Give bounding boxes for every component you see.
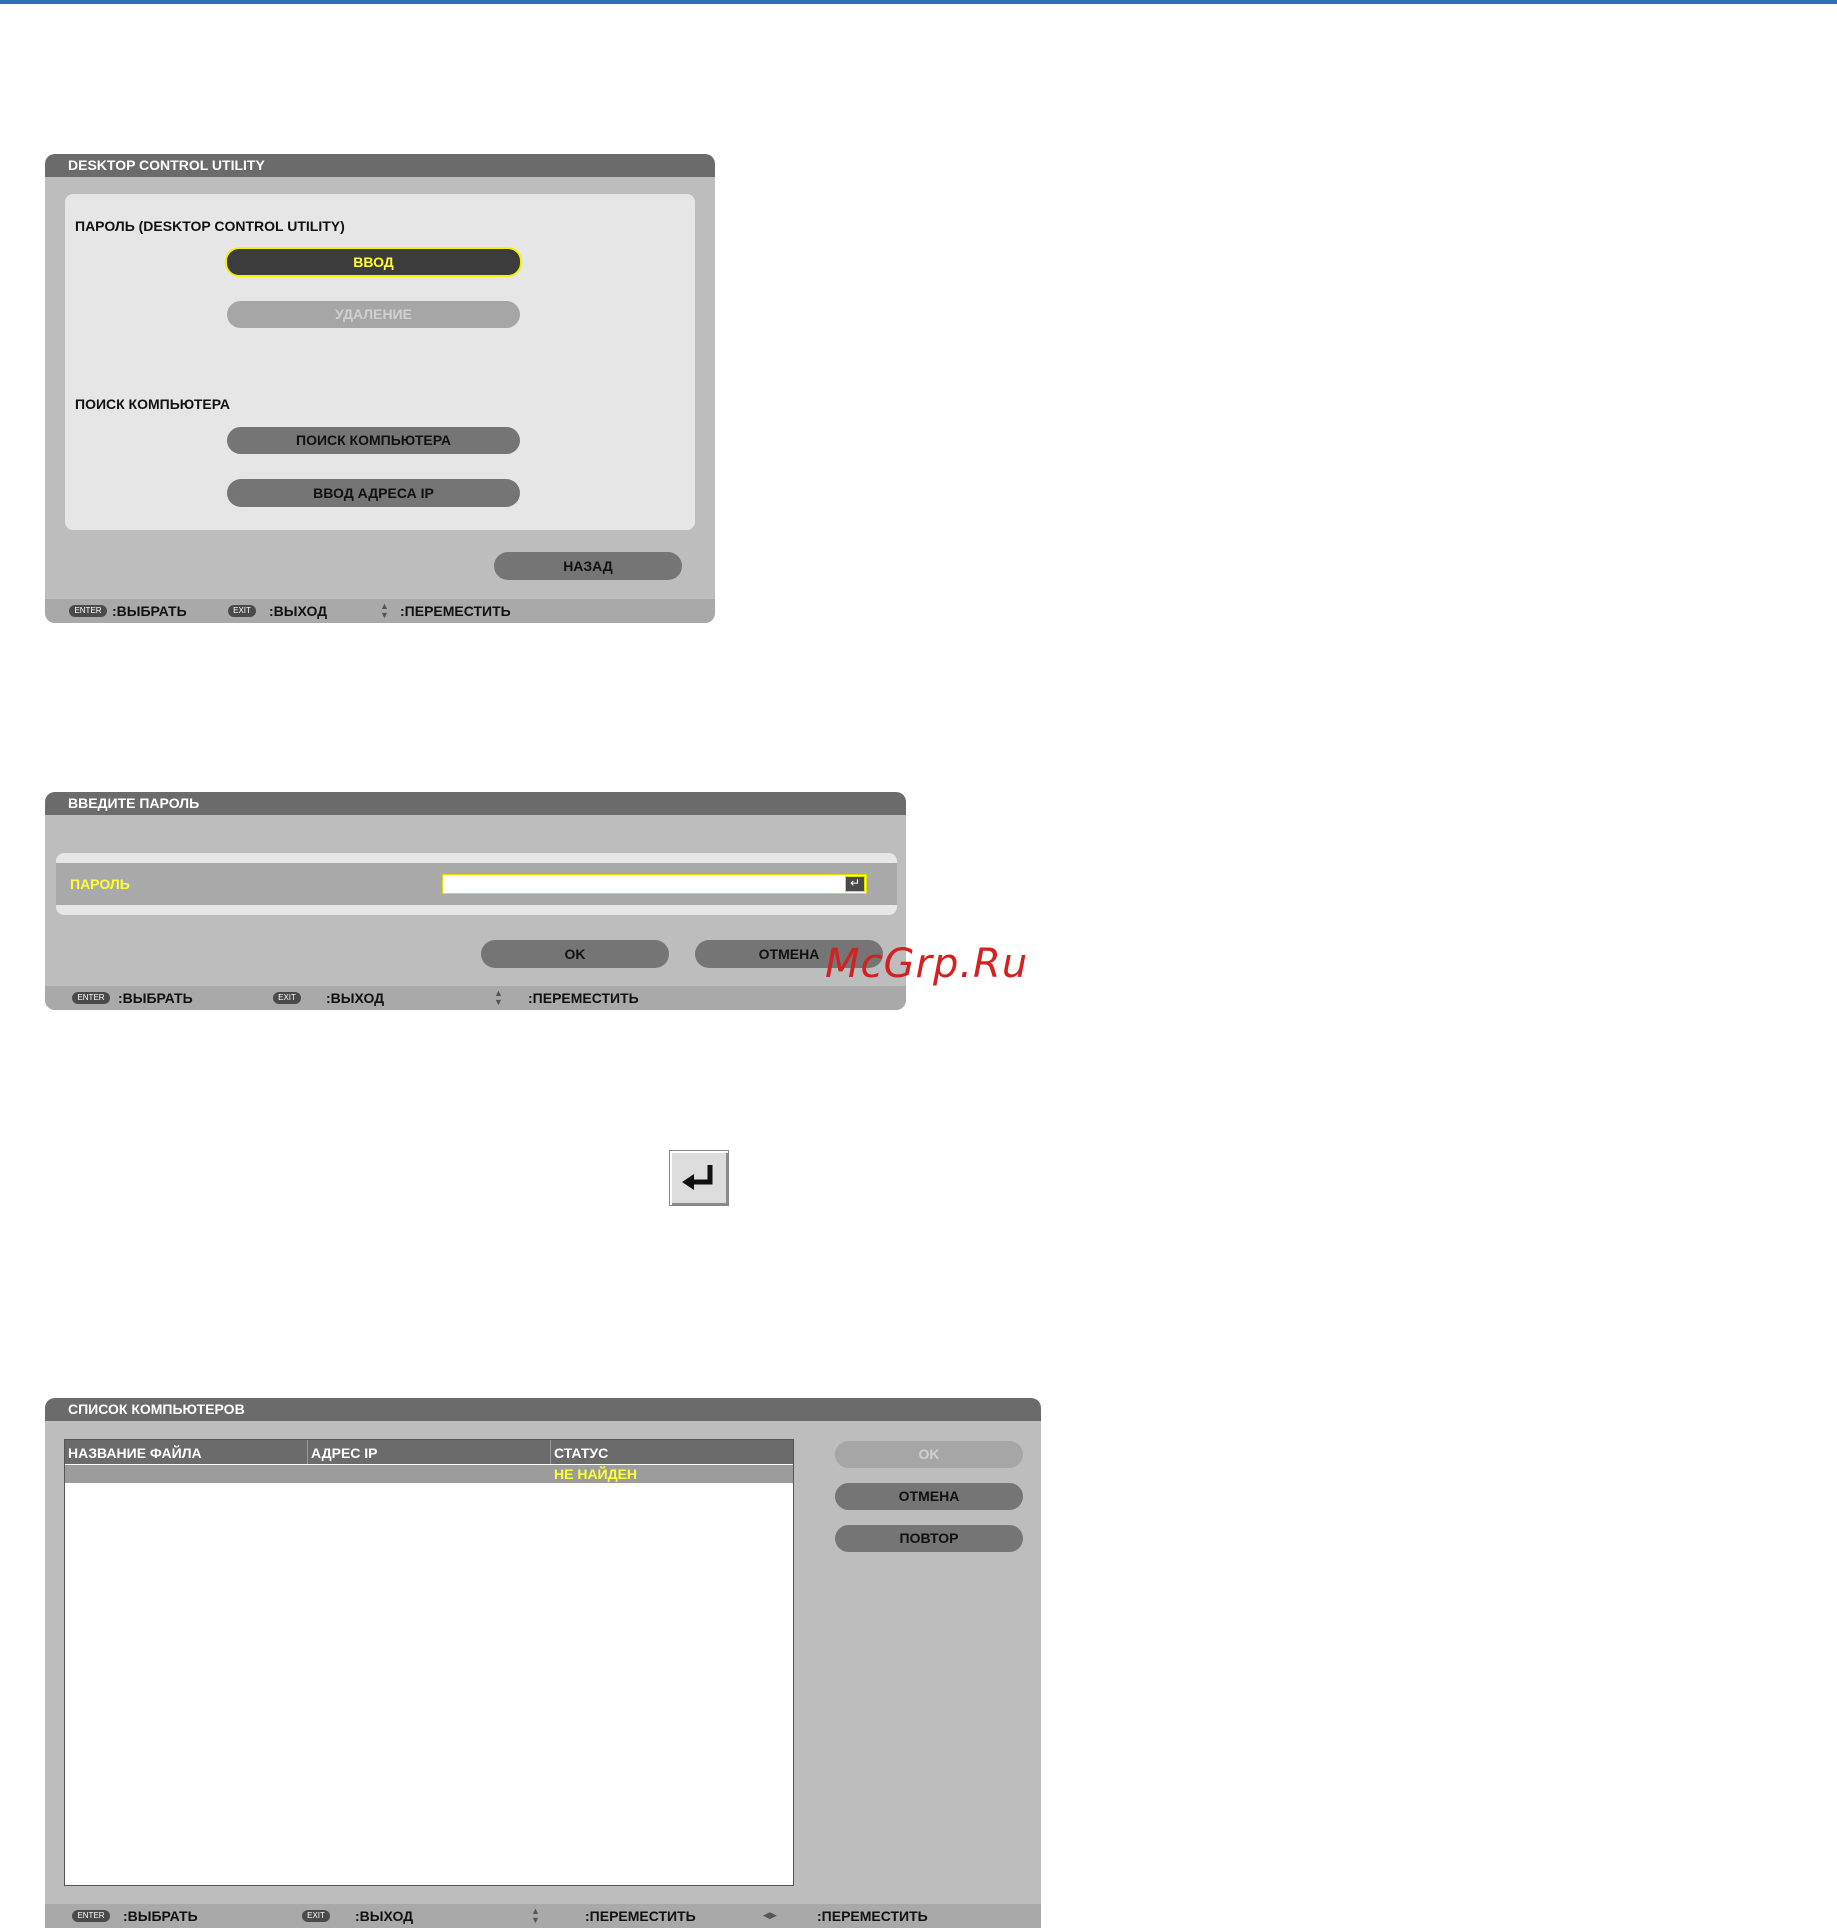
column-status[interactable]: СТАТУС [551, 1440, 793, 1464]
left-right-arrows-icon: ◀▶ [763, 1910, 777, 1920]
return-arrow-icon [682, 1165, 713, 1190]
password-field[interactable]: ↵ [442, 874, 867, 894]
cancel-button[interactable]: ОТМЕНА [835, 1483, 1023, 1510]
enter-help-text: :ВЫБРАТЬ [112, 603, 187, 619]
move-help-text: :ПЕРЕМЕСТИТЬ [528, 990, 639, 1006]
key-help-footer: ENTER :ВЫБРАТЬ EXIT :ВЫХОД ▲ ▼ :ПЕРЕМЕСТИ… [45, 986, 906, 1010]
move-help-text: :ПЕРЕМЕСТИТЬ [400, 603, 511, 619]
search-computer-button[interactable]: ПОИСК КОМПЬЮТЕРА [227, 427, 520, 454]
exit-key-icon: EXIT [302, 1910, 330, 1922]
enter-key-icon: ENTER [72, 1910, 110, 1922]
row-file-name [65, 1465, 311, 1483]
password-label: ПАРОЛЬ [70, 876, 130, 892]
enter-key-icon [669, 1150, 729, 1206]
watermark-text: McGrp.Ru [825, 941, 1029, 987]
computer-list-dialog: СПИСОК КОМПЬЮТЕРОВ НАЗВАНИЕ ФАЙЛА АДРЕС … [45, 1398, 1041, 1928]
enter-password-button[interactable]: ВВОД [225, 247, 522, 277]
dialog-title: ВВЕДИТЕ ПАРОЛЬ [45, 792, 906, 815]
row-ip-address [308, 1465, 554, 1483]
row-status: НЕ НАЙДЕН [554, 1466, 638, 1482]
column-ip-address[interactable]: АДРЕС IP [308, 1440, 551, 1464]
delete-password-button[interactable]: УДАЛЕНИЕ [227, 301, 520, 328]
up-down-arrows-icon: ▲ ▼ [494, 988, 503, 1007]
desktop-control-utility-dialog: DESKTOP CONTROL UTILITY ПАРОЛЬ (DESKTOP … [45, 154, 715, 623]
exit-help-text: :ВЫХОД [326, 990, 385, 1006]
enter-ip-button[interactable]: ВВОД АДРЕСА IP [227, 479, 520, 507]
exit-help-text: :ВЫХОД [355, 1908, 414, 1924]
enter-help-text: :ВЫБРАТЬ [123, 1908, 198, 1924]
search-section-label: ПОИСК КОМПЬЮТЕРА [75, 396, 230, 412]
table-header: НАЗВАНИЕ ФАЙЛА АДРЕС IP СТАТУС [65, 1440, 793, 1464]
move-up-down-help-text: :ПЕРЕМЕСТИТЬ [585, 1908, 696, 1924]
retry-button[interactable]: ПОВТОР [835, 1525, 1023, 1552]
key-help-footer: ENTER :ВЫБРАТЬ EXIT :ВЫХОД ▲ ▼ :ПЕРЕМЕСТИ… [45, 1904, 1041, 1928]
exit-help-text: :ВЫХОД [269, 603, 328, 619]
key-help-footer: ENTER :ВЫБРАТЬ EXIT :ВЫХОД ▲ ▼ :ПЕРЕМЕСТИ… [45, 599, 715, 623]
password-row: ПАРОЛЬ ↵ [56, 863, 897, 905]
password-section-label: ПАРОЛЬ (DESKTOP CONTROL UTILITY) [75, 218, 345, 234]
move-left-right-help-text: :ПЕРЕМЕСТИТЬ [817, 1908, 928, 1924]
enter-help-text: :ВЫБРАТЬ [118, 990, 193, 1006]
settings-panel: ПАРОЛЬ (DESKTOP CONTROL UTILITY) ВВОД УД… [65, 194, 695, 530]
ok-button[interactable]: OK [835, 1441, 1023, 1468]
ok-button[interactable]: OK [481, 940, 669, 968]
computer-list-table: НАЗВАНИЕ ФАЙЛА АДРЕС IP СТАТУС НЕ НАЙДЕН [64, 1439, 794, 1886]
exit-key-icon: EXIT [273, 992, 301, 1004]
top-rule [0, 0, 1837, 4]
enter-password-dialog: ВВЕДИТЕ ПАРОЛЬ ПАРОЛЬ ↵ OK ОТМЕНА ENTER … [45, 792, 906, 1010]
enter-key-icon[interactable]: ↵ [845, 876, 865, 892]
dialog-title: СПИСОК КОМПЬЮТЕРОВ [45, 1398, 1041, 1421]
enter-key-icon: ENTER [69, 605, 107, 617]
column-file-name[interactable]: НАЗВАНИЕ ФАЙЛА [65, 1440, 308, 1464]
dialog-title: DESKTOP CONTROL UTILITY [45, 154, 715, 177]
table-row[interactable]: НЕ НАЙДЕН [65, 1465, 793, 1483]
back-button[interactable]: НАЗАД [494, 552, 682, 580]
up-down-arrows-icon: ▲ ▼ [531, 1906, 540, 1925]
enter-key-icon: ENTER [72, 992, 110, 1004]
exit-key-icon: EXIT [228, 605, 256, 617]
up-down-arrows-icon: ▲ ▼ [380, 601, 389, 620]
